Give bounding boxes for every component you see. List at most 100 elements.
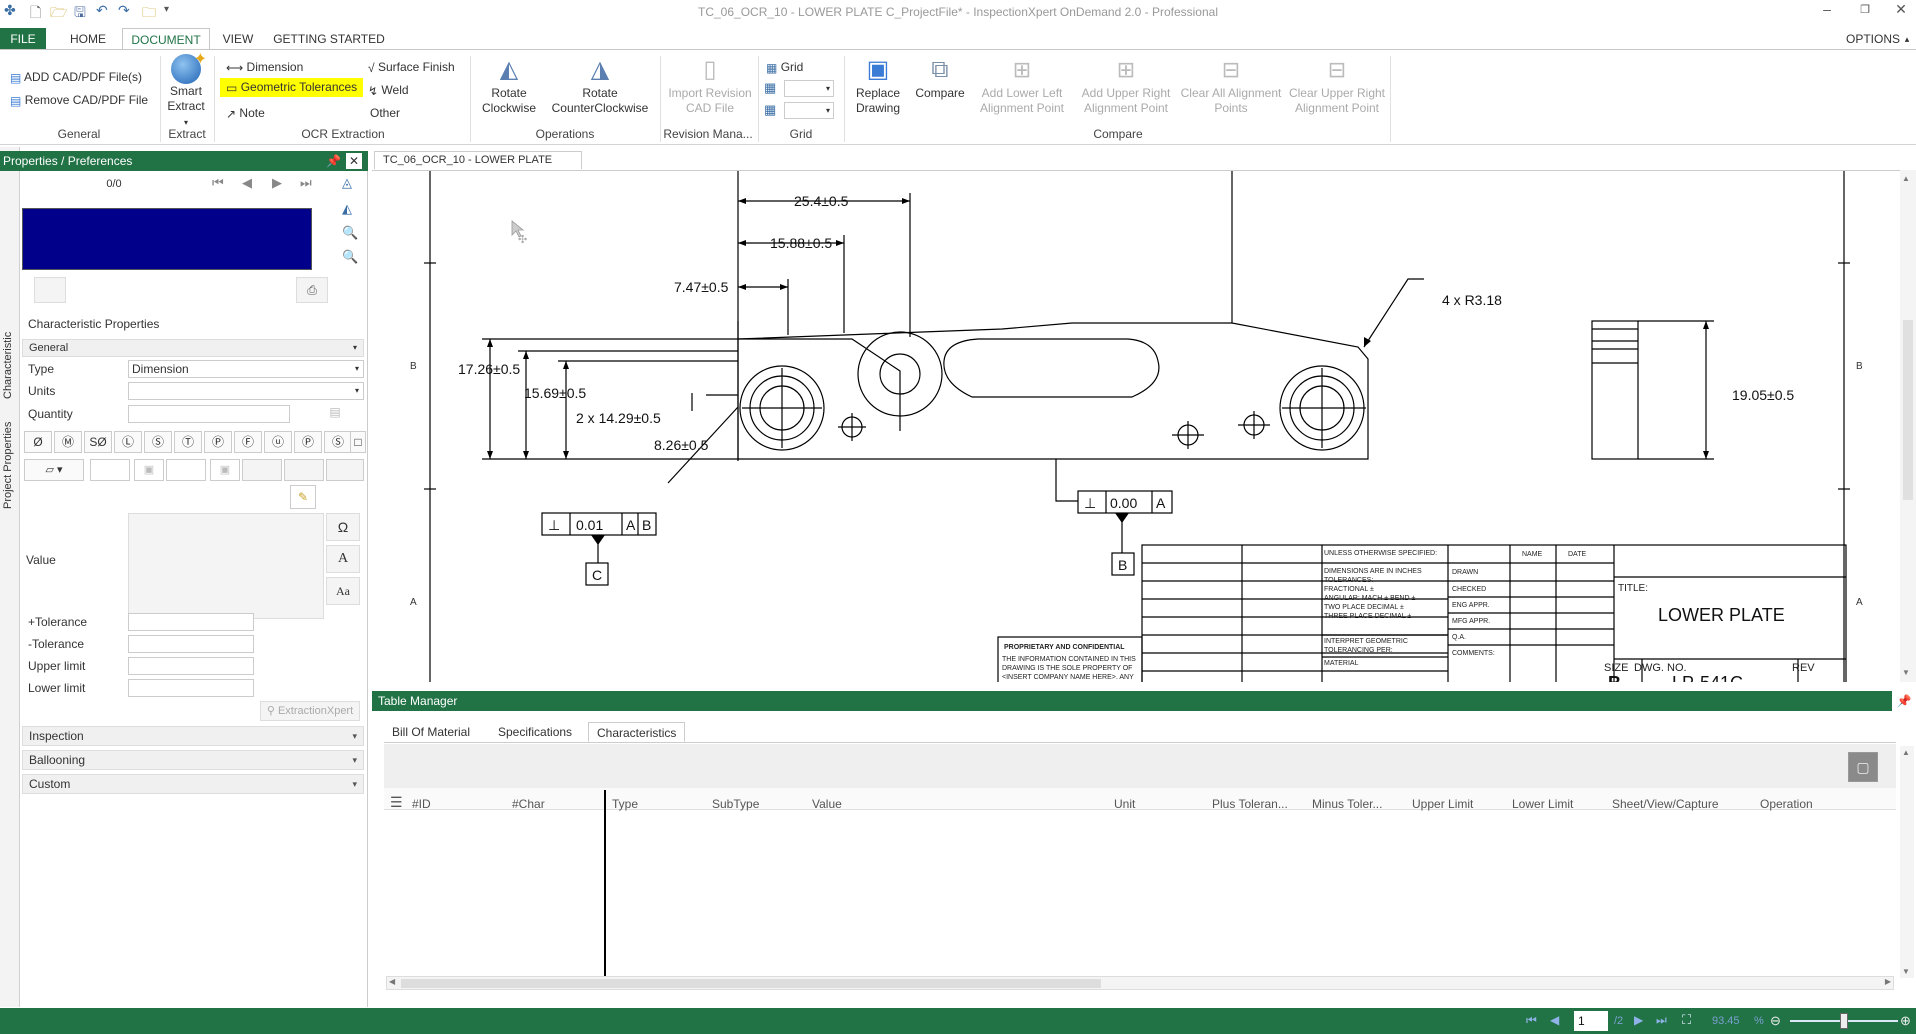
minus-tolerance-input[interactable]: [128, 635, 254, 653]
remove-cad-pdf-button[interactable]: ▤ Remove CAD/PDF File: [10, 93, 148, 108]
pin-icon[interactable]: 📌: [1892, 691, 1916, 711]
dim-19-05[interactable]: 19.05±0.5: [1732, 387, 1794, 403]
lower-limit-input[interactable]: [128, 679, 254, 697]
column-header[interactable]: SubType: [712, 797, 759, 811]
grid-spacing-dropdown[interactable]: ▦ ▾: [764, 102, 836, 120]
dimension-button[interactable]: ⟷ Dimension: [226, 60, 303, 75]
rotate-counterclockwise-button[interactable]: ◮ Rotate CounterClockwise: [548, 54, 652, 116]
scroll-down-icon[interactable]: ▼: [1902, 967, 1910, 976]
datum-b[interactable]: B: [1118, 557, 1127, 573]
tab-project-properties[interactable]: Project Properties: [2, 422, 14, 509]
tab-getting-started[interactable]: GETTING STARTED: [272, 28, 386, 50]
fcf1-datum-b[interactable]: B: [642, 517, 651, 533]
value-textarea[interactable]: [128, 513, 324, 619]
scroll-thumb[interactable]: [1903, 320, 1913, 500]
dim-25-4[interactable]: 25.4±0.5: [794, 193, 849, 209]
column-header[interactable]: Upper Limit: [1412, 797, 1473, 811]
column-menu-icon[interactable]: ☰: [390, 794, 403, 811]
options-menu[interactable]: OPTIONS: [1842, 28, 1904, 50]
symbol-button[interactable]: Ⓢ: [144, 431, 172, 453]
clear-upper-right-button[interactable]: ⊟ Clear Upper Right Alignment Point: [1288, 54, 1386, 116]
symbol-button[interactable]: Ⓣ: [174, 431, 202, 453]
last-page-icon[interactable]: ⏭: [300, 175, 312, 191]
quantity-calc-icon[interactable]: ▤: [320, 405, 350, 423]
drawing-canvas[interactable]: 25.4±0.5 15.88±0.5 7.47±0.5 17.26±0.5 15…: [372, 170, 1902, 682]
tb-title[interactable]: LOWER PLATE: [1658, 605, 1785, 625]
edit-note-icon[interactable]: ✎: [290, 485, 316, 509]
scroll-up-icon[interactable]: ▲: [1902, 174, 1910, 183]
column-header[interactable]: Unit: [1114, 797, 1135, 811]
datum-c[interactable]: C: [592, 567, 602, 583]
geometric-tolerances-button[interactable]: ▭ Geometric Tolerances: [220, 78, 364, 97]
custom-section[interactable]: Custom ▾: [22, 774, 364, 794]
tab-document[interactable]: DOCUMENT: [122, 28, 210, 50]
page-number-input[interactable]: 1: [1574, 1011, 1608, 1031]
tab-characteristics[interactable]: Characteristics: [588, 722, 686, 742]
replace-drawing-button[interactable]: ▣ Replace Drawing: [848, 54, 908, 116]
column-header[interactable]: Lower Limit: [1512, 797, 1573, 811]
scroll-left-icon[interactable]: ◀: [389, 977, 395, 986]
rotate-view-icon[interactable]: ◬: [342, 175, 352, 191]
fcf2-tolerance[interactable]: 0.00: [1110, 495, 1137, 511]
fcf-field-5[interactable]: [326, 459, 364, 481]
fcf1-tolerance[interactable]: 0.01: [576, 517, 603, 533]
column-header[interactable]: Sheet/View/Capture: [1612, 797, 1719, 811]
fcf-add-icon[interactable]: ▣: [134, 459, 164, 481]
snapshot-icon[interactable]: ⎙: [296, 277, 328, 303]
column-header[interactable]: Plus Toleran...: [1212, 797, 1288, 811]
general-section[interactable]: General ▾: [22, 339, 364, 357]
case-button[interactable]: Aa: [326, 577, 360, 605]
fcf1-datum-a[interactable]: A: [626, 517, 636, 533]
symbol-button[interactable]: Ø: [24, 431, 52, 453]
capture-button[interactable]: [34, 277, 66, 303]
next-icon[interactable]: ▶: [272, 175, 282, 191]
zoom-in-icon[interactable]: ⊕: [1900, 1013, 1911, 1029]
other-button[interactable]: Other: [370, 106, 400, 120]
last-page-icon[interactable]: ⏭: [1656, 1013, 1667, 1028]
dim-17-26[interactable]: 17.26±0.5: [458, 361, 520, 377]
plus-tolerance-input[interactable]: [128, 613, 254, 631]
symbol-button[interactable]: Ⓟ: [204, 431, 232, 453]
dim-15-88[interactable]: 15.88±0.5: [770, 235, 832, 251]
fcf-field-1[interactable]: [90, 459, 130, 481]
grid-toggle[interactable]: ▦ Grid: [766, 60, 803, 75]
font-button[interactable]: A: [326, 545, 360, 573]
dim-15-69[interactable]: 15.69±0.5: [524, 385, 586, 401]
next-page-icon[interactable]: ▶: [1634, 1013, 1643, 1027]
zoom-slider[interactable]: [1790, 1013, 1898, 1029]
add-cad-pdf-button[interactable]: ▤ ADD CAD/PDF File(s): [10, 70, 142, 85]
extractionxpert-button[interactable]: ⚲ ExtractionXpert: [260, 701, 360, 721]
dim-8-26[interactable]: 8.26±0.5: [654, 437, 709, 453]
surface-finish-button[interactable]: √ Surface Finish: [368, 60, 455, 75]
tab-characteristic[interactable]: Characteristic: [2, 332, 14, 399]
import-revision-button[interactable]: ▯ Import Revision CAD File: [664, 54, 756, 116]
rotate-clockwise-button[interactable]: ◭ Rotate Clockwise: [476, 54, 542, 116]
document-tab[interactable]: TC_06_OCR_10 - LOWER PLATE C.PDF: [374, 151, 582, 183]
previous-page-icon[interactable]: ◀: [1550, 1013, 1559, 1027]
zoom-in-icon[interactable]: 🔍: [342, 225, 358, 241]
symbol-button[interactable]: SØ: [84, 431, 112, 453]
symbol-button[interactable]: Ⓟ: [294, 431, 322, 453]
tab-bill-of-material[interactable]: Bill Of Material: [384, 722, 478, 742]
smart-extract-button[interactable]: ✦ Smart Extract ▾: [164, 52, 208, 130]
ribbon-collapse-icon[interactable]: ▴: [1900, 28, 1914, 50]
first-page-icon[interactable]: ⏮: [1526, 1013, 1537, 1028]
column-header[interactable]: Type: [612, 797, 638, 811]
column-header[interactable]: #ID: [412, 797, 431, 811]
scroll-down-icon[interactable]: ▼: [1902, 668, 1910, 677]
column-divider[interactable]: [604, 790, 606, 988]
type-select[interactable]: Dimension ▾: [128, 360, 364, 378]
symbol-button[interactable]: Ⓜ: [54, 431, 82, 453]
clear-all-alignment-button[interactable]: ⊟ Clear All Alignment Points: [1178, 54, 1284, 116]
first-page-icon[interactable]: ⏮: [212, 175, 224, 191]
upper-limit-input[interactable]: [128, 657, 254, 675]
tab-home[interactable]: HOME: [60, 28, 116, 50]
scroll-thumb[interactable]: [401, 979, 1101, 988]
ballooning-section[interactable]: Ballooning ▾: [22, 750, 364, 770]
quantity-input[interactable]: [128, 405, 290, 423]
tab-file[interactable]: FILE: [0, 28, 46, 50]
scroll-right-icon[interactable]: ▶: [1885, 977, 1891, 986]
grid-size-dropdown[interactable]: ▦ ▾: [764, 80, 836, 98]
previous-icon[interactable]: ◀: [242, 175, 252, 191]
mirror-icon[interactable]: ◭: [342, 201, 352, 217]
